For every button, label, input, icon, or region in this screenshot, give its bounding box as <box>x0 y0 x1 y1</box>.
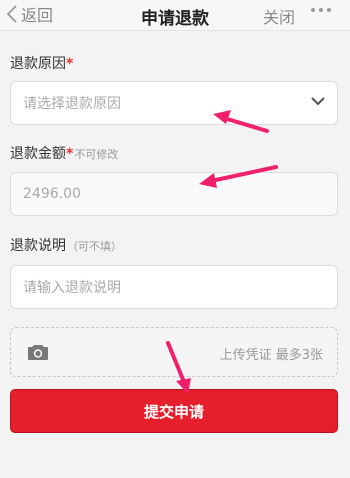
refund-amount-field: 2496.00 <box>10 172 338 216</box>
camera-icon <box>28 345 48 360</box>
nav-bar: 返回 申请退款 关闭 <box>0 0 350 31</box>
upload-evidence-button[interactable]: 上传凭证 最多3张 <box>10 327 338 377</box>
close-button[interactable]: 关闭 <box>263 4 295 28</box>
chevron-down-icon <box>311 97 325 106</box>
refund-note-placeholder: 请输入退款说明 <box>23 280 121 296</box>
refund-amount-label: 退款金额*不可修改 <box>10 146 119 162</box>
refund-note-hint: （可不填） <box>67 240 122 253</box>
submit-button[interactable]: 提交申请 <box>10 389 338 433</box>
refund-note-label: 退款说明（可不填） <box>10 238 122 254</box>
refund-reason-placeholder: 请选择退款原因 <box>23 96 121 112</box>
more-options-icon[interactable] <box>311 8 331 12</box>
required-mark: * <box>66 56 74 72</box>
page-title: 申请退款 <box>141 9 209 29</box>
required-mark: * <box>66 146 74 162</box>
refund-reason-label: 退款原因* <box>10 56 74 72</box>
refund-amount-value: 2496.00 <box>23 186 81 202</box>
refund-amount-hint: 不可修改 <box>74 148 119 161</box>
refund-reason-select[interactable]: 请选择退款原因 <box>10 81 338 125</box>
upload-evidence-label: 上传凭证 最多3张 <box>219 348 323 363</box>
refund-note-input[interactable]: 请输入退款说明 <box>10 265 338 309</box>
